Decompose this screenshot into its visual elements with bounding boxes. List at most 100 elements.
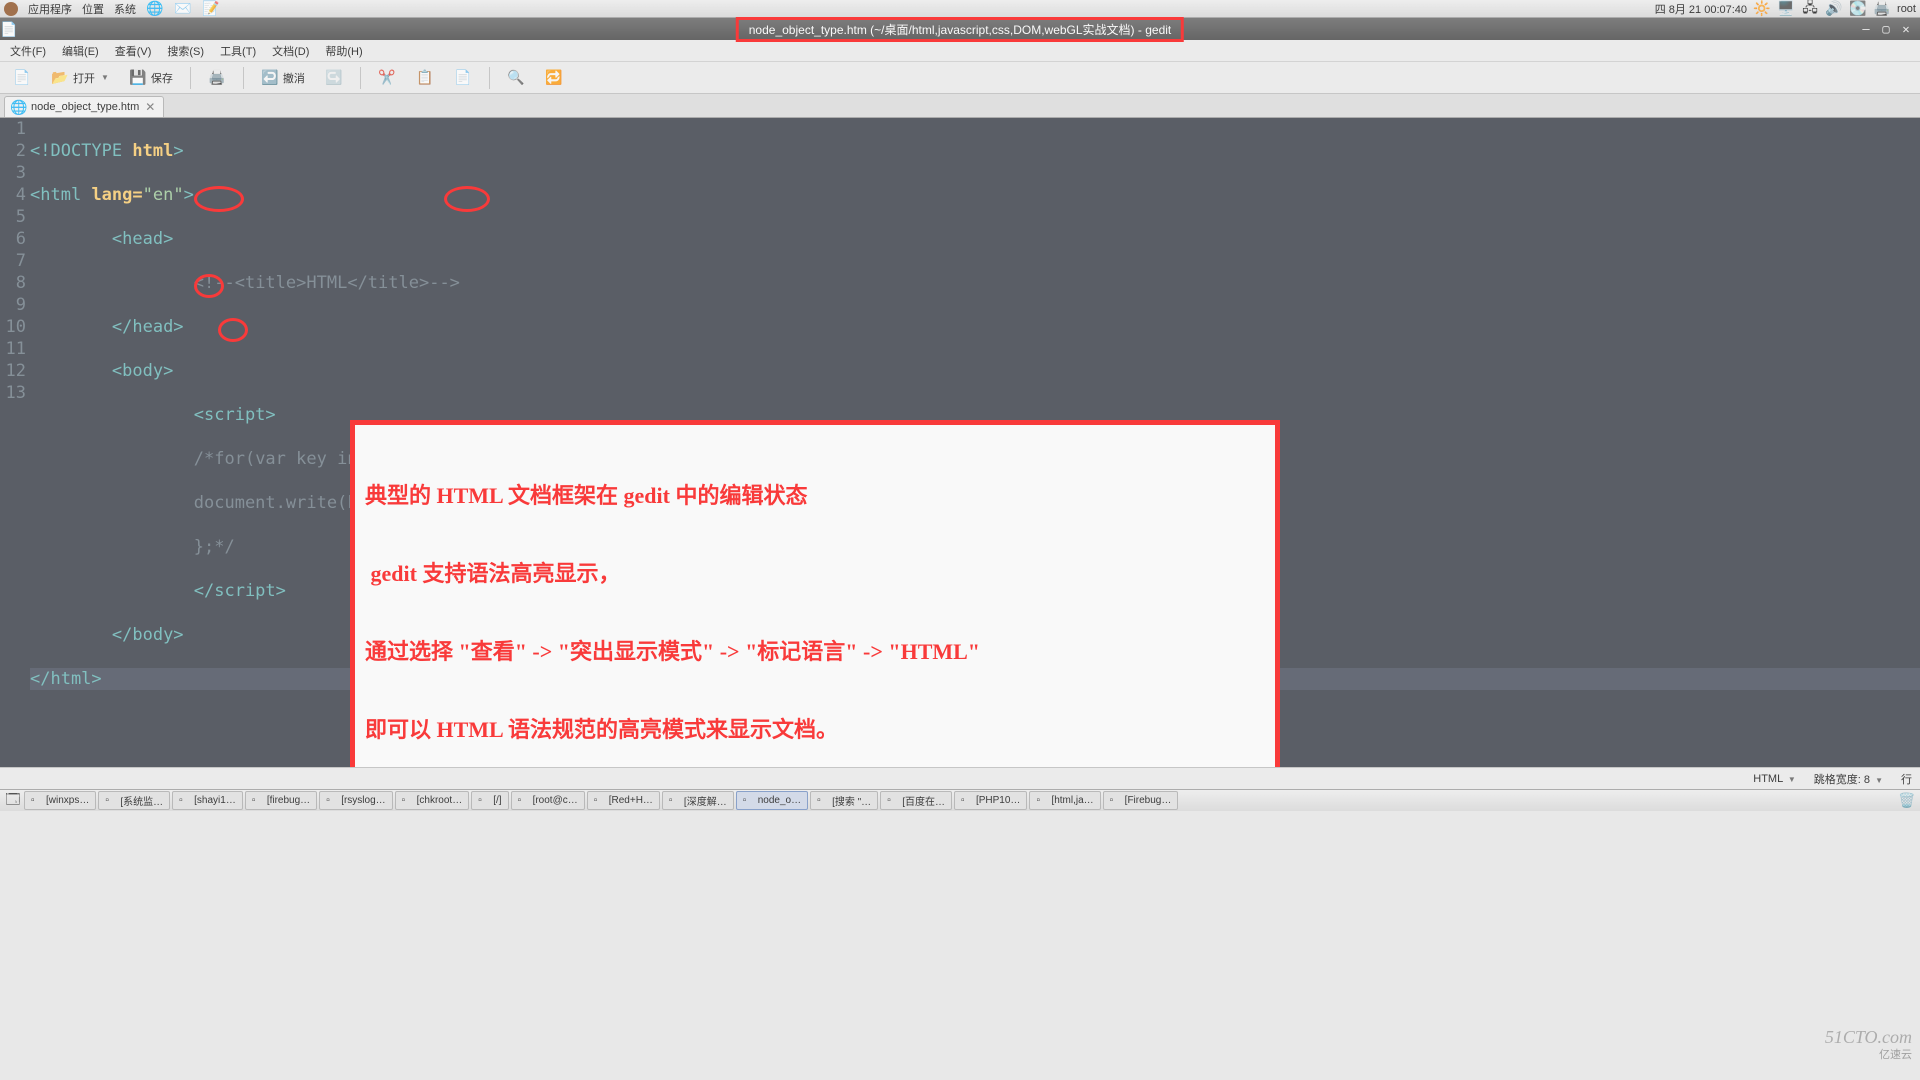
taskbar-item[interactable]: ▫[chkroot… [395, 791, 470, 810]
taskbar-label: [winxps… [46, 795, 89, 806]
undo-button[interactable]: ↩️撤消 [254, 66, 312, 90]
window-title: node_object_type.htm (~/桌面/html,javascri… [736, 17, 1184, 42]
taskbar-item[interactable]: ▫node_o… [736, 791, 808, 810]
menu-file[interactable]: 文件(F) [4, 41, 52, 61]
tab-close-button[interactable]: ✕ [145, 100, 155, 114]
note-icon[interactable]: 📝 [202, 0, 220, 18]
menu-view[interactable]: 查看(V) [109, 41, 158, 61]
copy-button[interactable]: 📋 [409, 66, 441, 90]
taskbar-item[interactable]: ▫[firebug… [245, 791, 317, 810]
gedit-window: 📄 node_object_type.htm (~/桌面/html,javasc… [0, 18, 1920, 789]
menu-search[interactable]: 搜索(S) [161, 41, 210, 61]
taskbar-label: [rsyslog… [341, 795, 385, 806]
disk-icon[interactable]: 💽 [1849, 0, 1867, 18]
taskbar-label: [root@c… [533, 795, 578, 806]
menu-documents[interactable]: 文档(D) [266, 41, 315, 61]
status-bar: HTML ▼ 跳格宽度: 8 ▼ 行 [0, 767, 1920, 789]
window-titlebar: 📄 node_object_type.htm (~/桌面/html,javasc… [0, 18, 1920, 40]
app-icon: ▫ [518, 795, 530, 807]
app-icon: ▫ [31, 795, 43, 807]
tab-bar: 🌐 node_object_type.htm ✕ [0, 94, 1920, 118]
app-icon: ▫ [743, 795, 755, 807]
redo-button[interactable]: ↪️ [318, 66, 350, 90]
taskbar-label: [Red+H… [609, 795, 653, 806]
toolbar-separator [360, 67, 361, 89]
taskbar-item[interactable]: ▫[rsyslog… [319, 791, 392, 810]
toolbar: 📄 📂打开▼ 💾保存 🖨️ ↩️撤消 ↪️ ✂️ 📋 📄 🔍 🔁 [0, 62, 1920, 94]
taskbar-item[interactable]: ▫[winxps… [24, 791, 96, 810]
taskbar-item[interactable]: ▫[百度在… [880, 791, 952, 810]
taskbar-item[interactable]: ▫[搜索 "… [810, 791, 878, 810]
watermark: 51CTO.com [1825, 1027, 1912, 1048]
menu-tools[interactable]: 工具(T) [214, 41, 262, 61]
menu-help[interactable]: 帮助(H) [319, 41, 368, 61]
taskbar-label: [百度在… [902, 793, 945, 808]
taskbar-item[interactable]: ▫[Red+H… [587, 791, 660, 810]
panel-datetime[interactable]: 四 8月 21 00:07:40 [1655, 1, 1747, 17]
copy-icon: 📋 [416, 69, 434, 87]
chevron-down-icon: ▼ [101, 73, 109, 82]
save-button[interactable]: 💾保存 [122, 66, 180, 90]
trash-icon[interactable]: 🗑️ [1898, 792, 1916, 810]
find-button[interactable]: 🔍 [500, 66, 532, 90]
printer-icon[interactable]: 🖨️ [1873, 0, 1891, 18]
new-button[interactable]: 📄 [6, 66, 38, 90]
app-icon: ▫ [326, 795, 338, 807]
mail-icon[interactable]: ✉️ [174, 0, 192, 18]
close-button[interactable]: ✕ [1898, 22, 1914, 36]
update-icon[interactable]: 🔆 [1753, 0, 1771, 18]
print-icon: 🖨️ [208, 69, 226, 87]
app-icon: ▫ [402, 795, 414, 807]
menu-edit[interactable]: 编辑(E) [56, 41, 105, 61]
document-tab[interactable]: 🌐 node_object_type.htm ✕ [4, 96, 164, 117]
line-gutter: 12345678910111213 [0, 118, 30, 767]
show-desktop-icon[interactable]: 🗔 [4, 792, 22, 810]
taskbar-item[interactable]: ▫[root@c… [511, 791, 585, 810]
code-editor[interactable]: 12345678910111213 <!DOCTYPE html> <html … [0, 118, 1920, 767]
status-tabwidth[interactable]: 跳格宽度: 8 ▼ [1814, 771, 1883, 787]
taskbar-item[interactable]: ▫[Firebug… [1103, 791, 1179, 810]
cut-icon: ✂️ [378, 69, 396, 87]
app-icon: ▫ [1036, 795, 1048, 807]
code-area[interactable]: <!DOCTYPE html> <html lang="en"> <head> … [30, 118, 1920, 767]
open-button[interactable]: 📂打开▼ [44, 66, 116, 90]
display-icon[interactable]: 🖥️ [1777, 0, 1795, 18]
find-icon: 🔍 [507, 69, 525, 87]
taskbar-item[interactable]: ▫[系统监… [98, 791, 170, 810]
cut-button[interactable]: ✂️ [371, 66, 403, 90]
app-icon: ▫ [887, 795, 899, 807]
paste-button[interactable]: 📄 [447, 66, 479, 90]
maximize-button[interactable]: ▢ [1878, 22, 1894, 36]
bottom-taskbar: 🗔 ▫[winxps…▫[系统监…▫[shayi1…▫[firebug…▫[rs… [0, 789, 1920, 811]
toolbar-separator [190, 67, 191, 89]
gedit-icon: 📄 [0, 20, 18, 38]
taskbar-item[interactable]: ▫[shayi1… [172, 791, 243, 810]
taskbar-label: [Firebug… [1125, 795, 1172, 806]
status-lang[interactable]: HTML ▼ [1753, 773, 1796, 785]
taskbar-label: [firebug… [267, 795, 310, 806]
replace-icon: 🔁 [545, 69, 563, 87]
minimize-button[interactable]: — [1858, 22, 1874, 36]
network-icon[interactable]: 🖧 [1801, 0, 1819, 18]
taskbar-item[interactable]: ▫[深度解… [662, 791, 734, 810]
gnome-panel: 应用程序 位置 系统 🌐 ✉️ 📝 四 8月 21 00:07:40 🔆 🖥️ … [0, 0, 1920, 18]
open-icon: 📂 [51, 69, 69, 87]
print-button[interactable]: 🖨️ [201, 66, 233, 90]
system-menu[interactable]: 系统 [114, 1, 136, 17]
apps-menu[interactable]: 应用程序 [28, 1, 72, 17]
taskbar-item[interactable]: ▫[html,ja… [1029, 791, 1100, 810]
taskbar-item[interactable]: ▫[/] [471, 791, 508, 810]
volume-icon[interactable]: 🔊 [1825, 0, 1843, 18]
gnome-menu-icon[interactable] [4, 2, 18, 16]
taskbar-label: [搜索 "… [832, 793, 871, 808]
browser-icon[interactable]: 🌐 [146, 0, 164, 18]
taskbar-item[interactable]: ▫[PHP10… [954, 791, 1027, 810]
document-icon: 🌐 [13, 101, 25, 113]
replace-button[interactable]: 🔁 [538, 66, 570, 90]
places-menu[interactable]: 位置 [82, 1, 104, 17]
panel-user[interactable]: root [1897, 3, 1916, 15]
menubar: 文件(F) 编辑(E) 查看(V) 搜索(S) 工具(T) 文档(D) 帮助(H… [0, 40, 1920, 62]
status-linecol: 行 [1901, 771, 1912, 787]
app-icon: ▫ [105, 795, 117, 807]
new-icon: 📄 [13, 69, 31, 87]
